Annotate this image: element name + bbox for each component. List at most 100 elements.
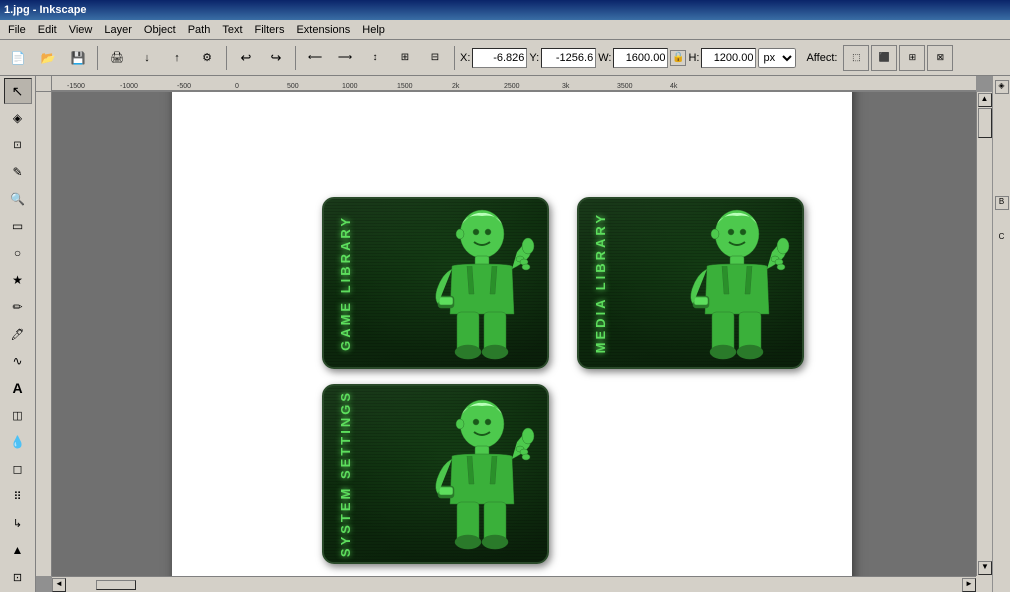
pen-tool-button[interactable]: 🖊 bbox=[4, 321, 32, 347]
game-library-text: GAME LIBRARY bbox=[338, 215, 353, 351]
import-button[interactable]: ↓ bbox=[133, 44, 161, 72]
y-input[interactable] bbox=[541, 48, 596, 68]
new-button[interactable]: 📄 bbox=[4, 44, 32, 72]
menu-layer[interactable]: Layer bbox=[98, 22, 138, 38]
fill-tool-button[interactable]: ▲ bbox=[4, 537, 32, 563]
system-settings-label: SYSTEM SETTINGS bbox=[334, 386, 356, 562]
calligraphy-tool-button[interactable]: ∿ bbox=[4, 348, 32, 374]
svg-text:-1500: -1500 bbox=[67, 83, 85, 90]
transform-btn2[interactable]: ⟶ bbox=[331, 44, 359, 72]
sep4 bbox=[454, 46, 455, 70]
x-label: X: bbox=[460, 52, 470, 64]
menu-edit[interactable]: Edit bbox=[32, 22, 63, 38]
x-input[interactable] bbox=[472, 48, 527, 68]
eraser-tool-button[interactable]: ◻ bbox=[4, 456, 32, 482]
h-label: H: bbox=[688, 52, 699, 64]
canvas-background[interactable]: GAME LIBRARY bbox=[52, 92, 976, 576]
title-bar: 1.jpg - Inkscape bbox=[0, 0, 1010, 20]
svg-text:500: 500 bbox=[287, 83, 299, 90]
svg-text:3500: 3500 bbox=[617, 83, 633, 90]
affect-buttons: ⬚ ⬛ ⊞ ⊠ bbox=[843, 45, 953, 71]
svg-text:0: 0 bbox=[235, 83, 239, 90]
game-library-label: GAME LIBRARY bbox=[334, 199, 356, 367]
doc-props-button[interactable]: ⚙ bbox=[193, 44, 221, 72]
svg-text:3k: 3k bbox=[562, 83, 570, 90]
scrollbar-vertical[interactable]: ▲ ▼ bbox=[976, 92, 992, 576]
menu-view[interactable]: View bbox=[63, 22, 99, 38]
rect-tool-button[interactable]: ▭ bbox=[4, 213, 32, 239]
menu-text[interactable]: Text bbox=[216, 22, 248, 38]
ruler-vertical bbox=[36, 92, 52, 576]
system-settings-vault-boy bbox=[402, 389, 542, 562]
lock-aspect-button[interactable]: 🔒 bbox=[670, 50, 686, 66]
affect-btn4[interactable]: ⊠ bbox=[927, 45, 953, 71]
affect-label: Affect: bbox=[806, 52, 837, 64]
sep3 bbox=[295, 46, 296, 70]
undo-button[interactable]: ↩ bbox=[232, 44, 260, 72]
redo-button[interactable]: ↪ bbox=[262, 44, 290, 72]
sep2 bbox=[226, 46, 227, 70]
transform-btn3[interactable]: ↕ bbox=[361, 44, 389, 72]
menu-path[interactable]: Path bbox=[182, 22, 217, 38]
zoom-tool-button[interactable]: 🔍 bbox=[4, 186, 32, 212]
text-tool-button[interactable]: A bbox=[4, 375, 32, 401]
media-library-card: MEDIA LIBRARY bbox=[577, 197, 804, 369]
svg-text:-500: -500 bbox=[177, 83, 191, 90]
panel-icon1[interactable]: ◈ bbox=[995, 80, 1009, 94]
game-library-vault-boy bbox=[402, 204, 542, 367]
export-button[interactable]: ↑ bbox=[163, 44, 191, 72]
w-input[interactable] bbox=[613, 48, 668, 68]
node-tool-button[interactable]: ◈ bbox=[4, 105, 32, 131]
transform-btn4[interactable]: ⊞ bbox=[391, 44, 419, 72]
panel-icon3[interactable]: C bbox=[995, 232, 1009, 246]
select-tool-button[interactable]: ↖ bbox=[4, 78, 32, 104]
unit-select[interactable]: px mm in bbox=[758, 48, 796, 68]
dropper-tool-button[interactable]: 💧 bbox=[4, 429, 32, 455]
far-right-panel: ◈ B C bbox=[992, 76, 1010, 592]
spray-tool-button[interactable]: ⠿ bbox=[4, 483, 32, 509]
ruler-corner bbox=[36, 76, 52, 92]
connector-tool-button[interactable]: ↳ bbox=[4, 510, 32, 536]
canvas-area[interactable]: -1500 -1000 -500 0 500 1000 1500 2k 2500… bbox=[36, 76, 992, 592]
y-label: Y: bbox=[529, 52, 539, 64]
panel-icon2[interactable]: B bbox=[995, 196, 1009, 210]
media-library-vault-boy bbox=[657, 204, 797, 367]
print-button[interactable]: 🖨 bbox=[103, 44, 131, 72]
menu-extensions[interactable]: Extensions bbox=[290, 22, 356, 38]
toolbar: 📄 📂 💾 🖨 ↓ ↑ ⚙ ↩ ↪ ⟵ ⟶ ↕ ⊞ ⊟ X: Y: W: 🔒 H… bbox=[0, 40, 1010, 76]
menu-bar: File Edit View Layer Object Path Text Fi… bbox=[0, 20, 1010, 40]
svg-text:1000: 1000 bbox=[342, 83, 358, 90]
affect-btn3[interactable]: ⊞ bbox=[899, 45, 925, 71]
menu-object[interactable]: Object bbox=[138, 22, 182, 38]
game-library-card: GAME LIBRARY bbox=[322, 197, 549, 369]
svg-text:1500: 1500 bbox=[397, 83, 413, 90]
corner-br bbox=[976, 576, 992, 592]
transform-btn5[interactable]: ⊟ bbox=[421, 44, 449, 72]
scrollbar-horizontal[interactable]: ◄ ► bbox=[52, 576, 976, 592]
svg-text:4k: 4k bbox=[670, 83, 678, 90]
ellipse-tool-button[interactable]: ○ bbox=[4, 240, 32, 266]
ruler-horizontal: -1500 -1000 -500 0 500 1000 1500 2k 2500… bbox=[36, 76, 976, 92]
zoom-reshape-button[interactable]: ⊡ bbox=[4, 132, 32, 158]
measure-tool-button[interactable]: ✎ bbox=[4, 159, 32, 185]
open-button[interactable]: 📂 bbox=[34, 44, 62, 72]
menu-filters[interactable]: Filters bbox=[249, 22, 291, 38]
pencil-tool-button[interactable]: ✏ bbox=[4, 294, 32, 320]
system-settings-card: SYSTEM SETTINGS bbox=[322, 384, 549, 564]
h-input[interactable] bbox=[701, 48, 756, 68]
affect-btn2[interactable]: ⬛ bbox=[871, 45, 897, 71]
w-label: W: bbox=[598, 52, 611, 64]
star-tool-button[interactable]: ★ bbox=[4, 267, 32, 293]
affect-btn1[interactable]: ⬚ bbox=[843, 45, 869, 71]
gradient-tool-button[interactable]: ◫ bbox=[4, 402, 32, 428]
zoom-fit-button[interactable]: ⊡ bbox=[4, 564, 32, 590]
menu-help[interactable]: Help bbox=[356, 22, 391, 38]
media-library-text: MEDIA LIBRARY bbox=[593, 212, 608, 353]
save-button[interactable]: 💾 bbox=[64, 44, 92, 72]
window-title: 1.jpg - Inkscape bbox=[4, 4, 87, 16]
svg-text:-1000: -1000 bbox=[120, 83, 138, 90]
menu-file[interactable]: File bbox=[2, 22, 32, 38]
sep1 bbox=[97, 46, 98, 70]
transform-btn1[interactable]: ⟵ bbox=[301, 44, 329, 72]
media-library-label: MEDIA LIBRARY bbox=[589, 199, 611, 367]
